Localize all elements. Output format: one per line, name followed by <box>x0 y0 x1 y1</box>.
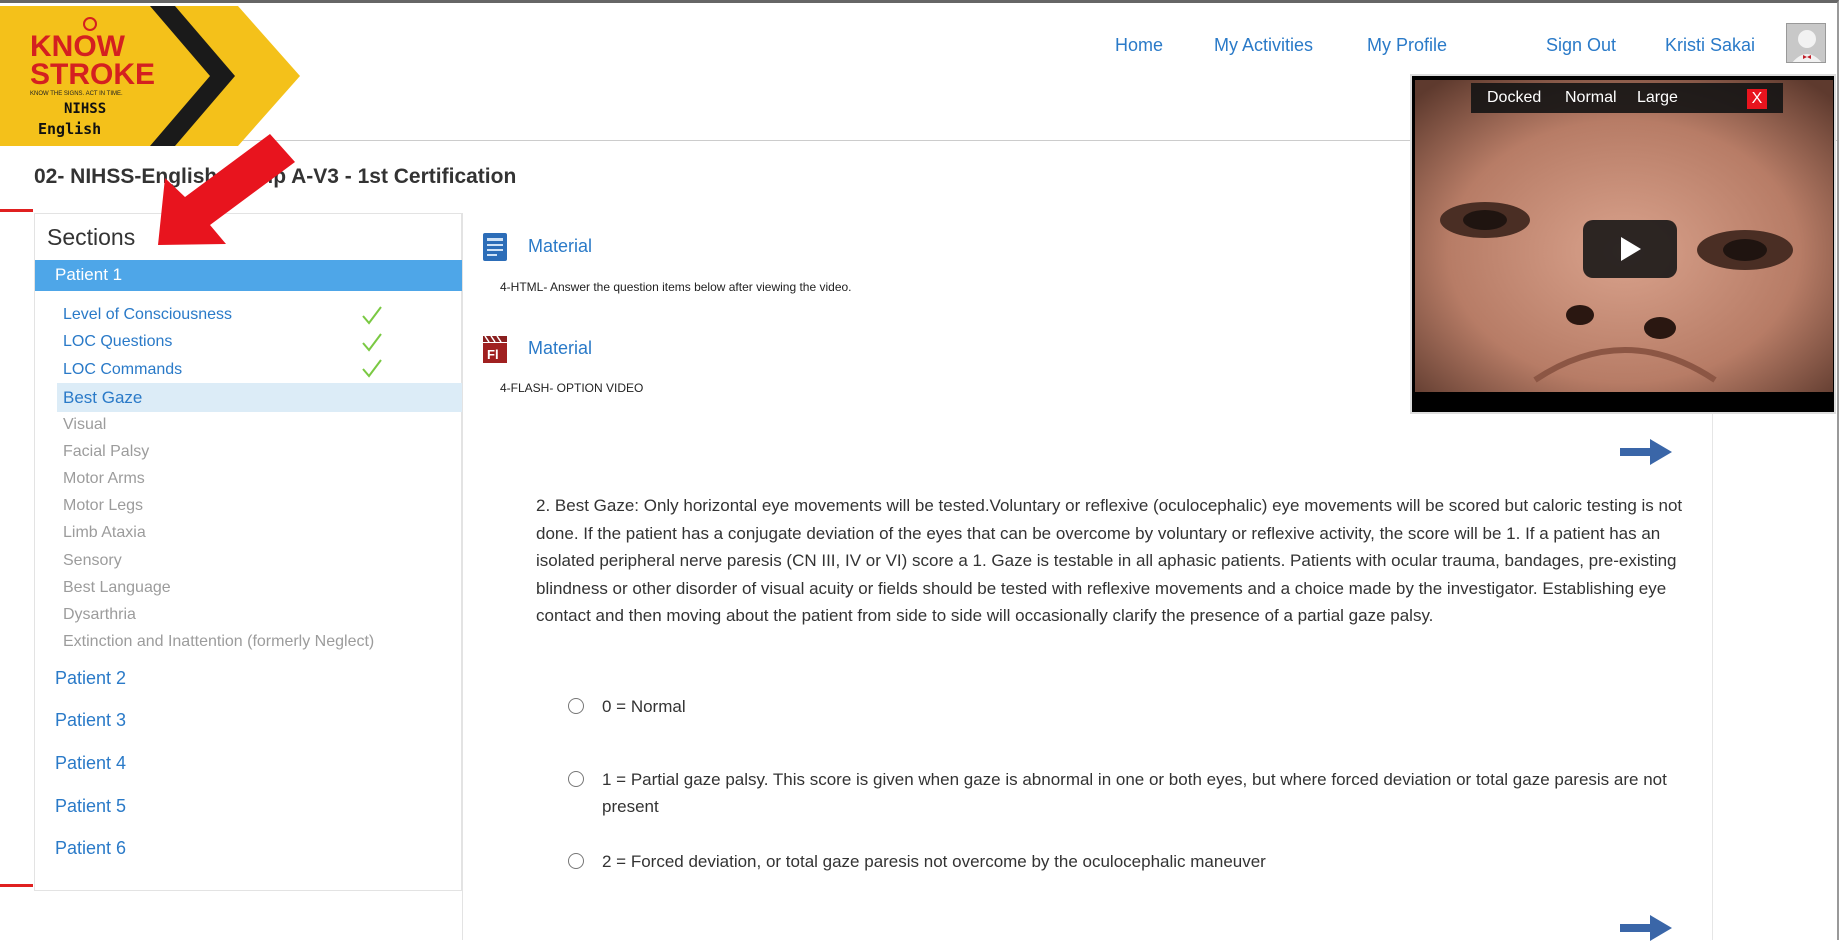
material-description: 4-HTML- Answer the question items below … <box>500 280 852 294</box>
radio-button[interactable] <box>568 853 584 869</box>
next-arrow-icon[interactable] <box>1618 437 1674 467</box>
section-item[interactable]: Sensory <box>63 552 122 570</box>
option-label: 0 = Normal <box>602 697 686 716</box>
check-icon <box>362 359 382 378</box>
radio-button[interactable] <box>568 698 584 714</box>
video-large-button[interactable]: Large <box>1637 89 1678 107</box>
sidebar-patient-1[interactable]: Patient 1 <box>35 260 462 291</box>
video-player[interactable]: Docked Normal Large X <box>1410 74 1836 414</box>
option-label: 1 = Partial gaze palsy. This score is gi… <box>602 770 1667 816</box>
sidebar-patient-4[interactable]: Patient 4 <box>55 753 126 774</box>
section-item[interactable]: Limb Ataxia <box>63 524 146 542</box>
sidebar-patient-2[interactable]: Patient 2 <box>55 668 126 689</box>
annotation-mark-top <box>0 209 33 212</box>
material-link[interactable]: Material <box>528 236 592 257</box>
answer-option[interactable]: 1 = Partial gaze palsy. This score is gi… <box>568 766 1668 826</box>
page-title: 02- NIHSS-English Group A-V3 - 1st Certi… <box>34 165 517 188</box>
question-text: 2. Best Gaze: Only horizontal eye moveme… <box>536 496 1683 625</box>
sidebar-patient-5[interactable]: Patient 5 <box>55 796 126 817</box>
material-link[interactable]: Material <box>528 338 592 359</box>
section-item[interactable]: LOC Questions <box>63 333 172 351</box>
video-close-button[interactable]: X <box>1747 89 1767 109</box>
sidebar-patient-6[interactable]: Patient 6 <box>55 838 126 859</box>
sections-sidebar: Sections Patient 1 Level of Consciousnes… <box>34 213 462 891</box>
play-icon <box>1621 237 1641 261</box>
section-item[interactable]: Motor Arms <box>63 470 145 488</box>
play-button[interactable] <box>1583 220 1677 278</box>
know-stroke-logo[interactable]: KNOW STROKE KNOW THE SIGNS. ACT IN TIME.… <box>0 6 300 146</box>
top-nav: Home My Activities My Profile Sign Out K… <box>1100 35 1839 65</box>
logo-stroke-text: STROKE <box>30 58 155 91</box>
sidebar-patient-3[interactable]: Patient 3 <box>55 710 126 731</box>
nav-my-activities-link[interactable]: My Activities <box>1214 35 1313 56</box>
section-item[interactable]: Level of Consciousness <box>63 306 232 324</box>
video-frame[interactable]: Docked Normal Large X <box>1415 80 1833 392</box>
section-item[interactable]: Facial Palsy <box>63 443 149 461</box>
check-icon <box>362 306 382 325</box>
section-item[interactable]: Motor Legs <box>63 497 143 515</box>
material-description: 4-FLASH- OPTION VIDEO <box>500 381 644 395</box>
flash-video-icon: Fl <box>483 335 507 363</box>
logo-nihss-text: NIHSS <box>64 101 106 117</box>
video-normal-button[interactable]: Normal <box>1565 89 1617 107</box>
option-label: 2 = Forced deviation, or total gaze pare… <box>602 852 1266 871</box>
video-docked-button[interactable]: Docked <box>1487 89 1541 107</box>
html-document-icon <box>483 233 507 261</box>
section-item[interactable]: LOC Commands <box>63 361 182 379</box>
nav-home-link[interactable]: Home <box>1115 35 1163 56</box>
radio-button[interactable] <box>568 771 584 787</box>
check-icon <box>362 333 382 352</box>
svg-text:Fl: Fl <box>487 347 499 362</box>
next-arrow-icon[interactable] <box>1618 913 1674 943</box>
avatar[interactable] <box>1786 23 1826 63</box>
nav-my-profile-link[interactable]: My Profile <box>1367 35 1447 56</box>
nav-sign-out-link[interactable]: Sign Out <box>1546 35 1616 56</box>
user-avatar-icon <box>1787 24 1825 62</box>
video-size-controls: Docked Normal Large X <box>1471 83 1783 113</box>
nav-user-name-link[interactable]: Kristi Sakai <box>1665 35 1755 56</box>
section-item[interactable]: Best Language <box>63 579 171 597</box>
section-item-current[interactable]: Best Gaze <box>57 383 462 412</box>
section-item[interactable]: Dysarthria <box>63 606 136 624</box>
logo-tagline: KNOW THE SIGNS. ACT IN TIME. <box>30 91 123 97</box>
sections-title: Sections <box>47 224 136 250</box>
section-item[interactable]: Extinction and Inattention (formerly Neg… <box>63 633 374 651</box>
content-divider <box>462 213 463 940</box>
section-item[interactable]: Visual <box>63 416 106 434</box>
logo-english-text: English <box>38 120 101 138</box>
annotation-mark-bottom <box>0 884 33 887</box>
